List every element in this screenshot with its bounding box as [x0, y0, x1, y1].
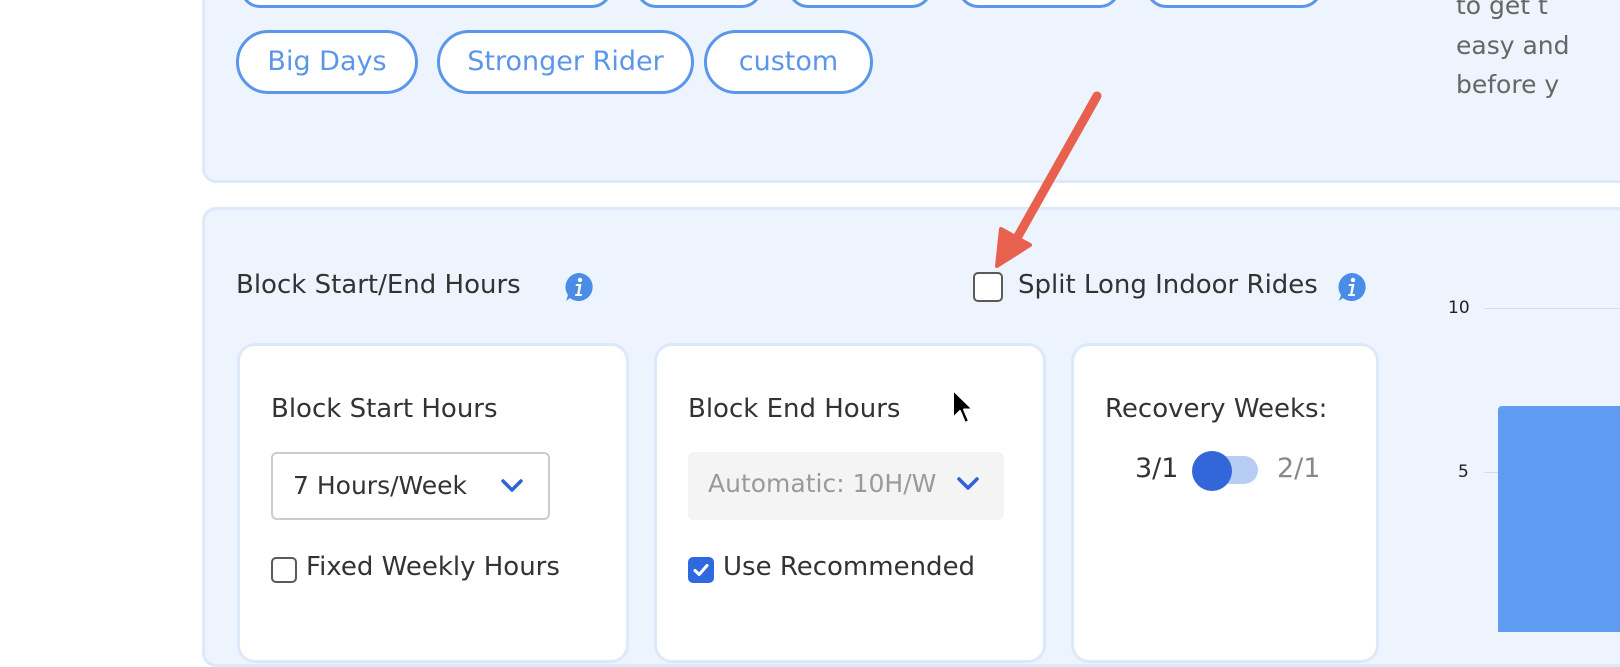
use-recommended-label: Use Recommended	[723, 552, 976, 582]
recovery-option-3-1[interactable]: 3/1	[1135, 453, 1178, 484]
preset-pill-big-days[interactable]: Big Days	[236, 30, 418, 94]
preset-pill-stronger-rider[interactable]: Stronger Rider	[437, 30, 694, 94]
preset-pill-partial[interactable]	[958, 0, 1120, 8]
preset-pill-partial[interactable]	[1146, 0, 1322, 8]
info-icon[interactable]	[563, 271, 595, 303]
description-line: before y	[1456, 70, 1560, 99]
chart-bar	[1498, 406, 1620, 632]
chevron-down-icon	[957, 477, 979, 490]
recovery-option-2-1[interactable]: 2/1	[1277, 453, 1320, 484]
preset-panel	[202, 0, 1620, 183]
block-start-select-value: 7 Hours/Week	[293, 471, 468, 500]
preset-pill-partial[interactable]	[636, 0, 762, 8]
fixed-weekly-hours-label: Fixed Weekly Hours	[306, 552, 560, 582]
split-long-rides-label: Split Long Indoor Rides	[1018, 270, 1318, 300]
block-start-title: Block Start Hours	[271, 394, 498, 424]
info-icon[interactable]	[1336, 271, 1368, 303]
grid-line	[1484, 308, 1620, 309]
block-end-select[interactable]: Automatic: 10H/W	[688, 452, 1004, 520]
recovery-toggle-knob[interactable]	[1192, 451, 1232, 491]
block-start-select[interactable]: 7 Hours/Week	[271, 452, 550, 520]
block-hours-title: Block Start/End Hours	[236, 270, 521, 300]
y-tick-label: 5	[1458, 462, 1469, 482]
preset-pill-custom[interactable]: custom	[704, 30, 873, 94]
use-recommended-checkbox[interactable]	[688, 557, 714, 583]
block-end-title: Block End Hours	[688, 394, 901, 424]
recovery-weeks-title: Recovery Weeks:	[1105, 394, 1328, 424]
description-line: to get t	[1456, 0, 1548, 20]
preset-pill-partial[interactable]	[788, 0, 932, 8]
y-tick-label: 10	[1448, 298, 1470, 318]
checkmark-icon	[693, 564, 709, 576]
recovery-weeks-card	[1071, 343, 1379, 663]
description-line: easy and	[1456, 30, 1570, 60]
mouse-cursor-icon	[952, 389, 974, 424]
preset-description: to get t easy and before y	[1456, 0, 1570, 105]
block-end-select-value: Automatic: 10H/W	[708, 469, 937, 498]
split-long-rides-checkbox[interactable]	[973, 272, 1003, 302]
preset-pill-partial[interactable]	[240, 0, 612, 8]
chevron-down-icon	[501, 479, 523, 492]
fixed-weekly-hours-checkbox[interactable]	[271, 557, 297, 583]
